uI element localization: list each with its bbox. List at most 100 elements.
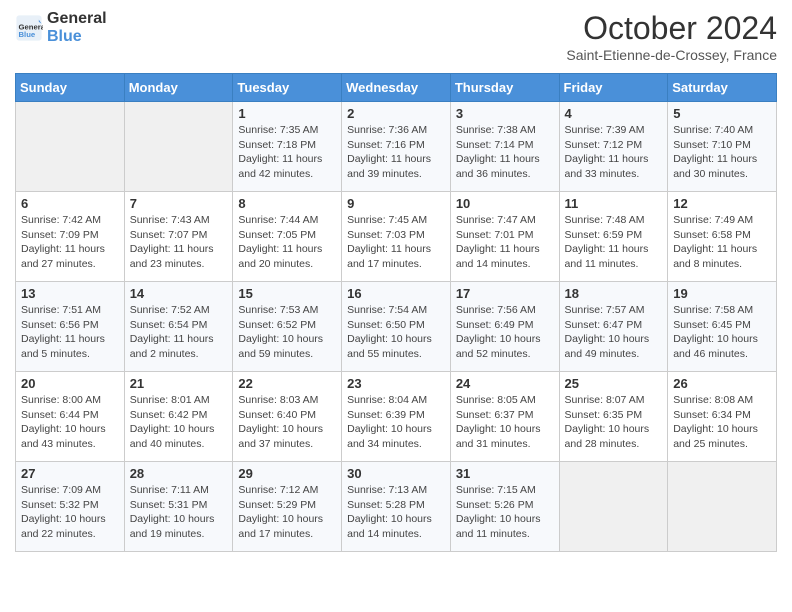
calendar-cell	[559, 462, 668, 552]
day-info: Sunrise: 7:47 AM Sunset: 7:01 PM Dayligh…	[456, 213, 554, 272]
day-info: Sunrise: 7:45 AM Sunset: 7:03 PM Dayligh…	[347, 213, 445, 272]
day-info: Sunrise: 7:53 AM Sunset: 6:52 PM Dayligh…	[238, 303, 336, 362]
weekday-header: Wednesday	[342, 74, 451, 102]
day-number: 6	[21, 196, 119, 211]
calendar-cell: 18 Sunrise: 7:57 AM Sunset: 6:47 PM Dayli…	[559, 282, 668, 372]
day-number: 12	[673, 196, 771, 211]
calendar-cell: 6 Sunrise: 7:42 AM Sunset: 7:09 PM Daylig…	[16, 192, 125, 282]
day-info: Sunrise: 7:35 AM Sunset: 7:18 PM Dayligh…	[238, 123, 336, 182]
calendar-cell: 25 Sunrise: 8:07 AM Sunset: 6:35 PM Dayli…	[559, 372, 668, 462]
calendar-cell	[124, 102, 233, 192]
day-number: 20	[21, 376, 119, 391]
calendar-cell: 27 Sunrise: 7:09 AM Sunset: 5:32 PM Dayli…	[16, 462, 125, 552]
day-info: Sunrise: 8:05 AM Sunset: 6:37 PM Dayligh…	[456, 393, 554, 452]
day-number: 30	[347, 466, 445, 481]
day-info: Sunrise: 7:48 AM Sunset: 6:59 PM Dayligh…	[565, 213, 663, 272]
calendar-cell: 22 Sunrise: 8:03 AM Sunset: 6:40 PM Dayli…	[233, 372, 342, 462]
day-number: 11	[565, 196, 663, 211]
calendar-cell: 12 Sunrise: 7:49 AM Sunset: 6:58 PM Dayli…	[668, 192, 777, 282]
calendar-cell: 1 Sunrise: 7:35 AM Sunset: 7:18 PM Daylig…	[233, 102, 342, 192]
day-number: 15	[238, 286, 336, 301]
day-info: Sunrise: 7:39 AM Sunset: 7:12 PM Dayligh…	[565, 123, 663, 182]
calendar-cell: 4 Sunrise: 7:39 AM Sunset: 7:12 PM Daylig…	[559, 102, 668, 192]
page-header: General Blue General Blue October 2024 S…	[15, 10, 777, 63]
day-info: Sunrise: 7:09 AM Sunset: 5:32 PM Dayligh…	[21, 483, 119, 542]
day-info: Sunrise: 7:52 AM Sunset: 6:54 PM Dayligh…	[130, 303, 228, 362]
day-number: 28	[130, 466, 228, 481]
day-number: 31	[456, 466, 554, 481]
day-number: 19	[673, 286, 771, 301]
day-info: Sunrise: 8:03 AM Sunset: 6:40 PM Dayligh…	[238, 393, 336, 452]
calendar-cell: 19 Sunrise: 7:58 AM Sunset: 6:45 PM Dayli…	[668, 282, 777, 372]
weekday-header: Monday	[124, 74, 233, 102]
month-title: October 2024	[566, 10, 777, 47]
calendar-cell: 28 Sunrise: 7:11 AM Sunset: 5:31 PM Dayli…	[124, 462, 233, 552]
logo: General Blue General Blue	[15, 10, 107, 45]
day-info: Sunrise: 7:49 AM Sunset: 6:58 PM Dayligh…	[673, 213, 771, 272]
calendar-cell: 30 Sunrise: 7:13 AM Sunset: 5:28 PM Dayli…	[342, 462, 451, 552]
day-info: Sunrise: 7:42 AM Sunset: 7:09 PM Dayligh…	[21, 213, 119, 272]
calendar-cell: 2 Sunrise: 7:36 AM Sunset: 7:16 PM Daylig…	[342, 102, 451, 192]
day-number: 3	[456, 106, 554, 121]
day-info: Sunrise: 8:04 AM Sunset: 6:39 PM Dayligh…	[347, 393, 445, 452]
weekday-header: Saturday	[668, 74, 777, 102]
day-number: 18	[565, 286, 663, 301]
calendar-cell: 29 Sunrise: 7:12 AM Sunset: 5:29 PM Dayli…	[233, 462, 342, 552]
day-number: 1	[238, 106, 336, 121]
day-number: 16	[347, 286, 445, 301]
svg-text:Blue: Blue	[19, 30, 36, 39]
day-info: Sunrise: 7:12 AM Sunset: 5:29 PM Dayligh…	[238, 483, 336, 542]
calendar-cell: 11 Sunrise: 7:48 AM Sunset: 6:59 PM Dayli…	[559, 192, 668, 282]
day-number: 22	[238, 376, 336, 391]
calendar-cell: 14 Sunrise: 7:52 AM Sunset: 6:54 PM Dayli…	[124, 282, 233, 372]
day-info: Sunrise: 7:38 AM Sunset: 7:14 PM Dayligh…	[456, 123, 554, 182]
day-number: 10	[456, 196, 554, 211]
day-number: 26	[673, 376, 771, 391]
calendar-cell: 31 Sunrise: 7:15 AM Sunset: 5:26 PM Dayli…	[450, 462, 559, 552]
day-number: 5	[673, 106, 771, 121]
day-info: Sunrise: 7:57 AM Sunset: 6:47 PM Dayligh…	[565, 303, 663, 362]
weekday-header: Sunday	[16, 74, 125, 102]
calendar-cell: 9 Sunrise: 7:45 AM Sunset: 7:03 PM Daylig…	[342, 192, 451, 282]
day-info: Sunrise: 7:13 AM Sunset: 5:28 PM Dayligh…	[347, 483, 445, 542]
calendar-cell: 20 Sunrise: 8:00 AM Sunset: 6:44 PM Dayli…	[16, 372, 125, 462]
day-info: Sunrise: 8:07 AM Sunset: 6:35 PM Dayligh…	[565, 393, 663, 452]
day-number: 14	[130, 286, 228, 301]
day-info: Sunrise: 7:36 AM Sunset: 7:16 PM Dayligh…	[347, 123, 445, 182]
day-info: Sunrise: 7:58 AM Sunset: 6:45 PM Dayligh…	[673, 303, 771, 362]
day-info: Sunrise: 8:00 AM Sunset: 6:44 PM Dayligh…	[21, 393, 119, 452]
calendar-cell: 16 Sunrise: 7:54 AM Sunset: 6:50 PM Dayli…	[342, 282, 451, 372]
day-number: 7	[130, 196, 228, 211]
calendar-cell: 26Sunrise: 8:08 AM Sunset: 6:34 PM Dayli…	[668, 372, 777, 462]
day-number: 13	[21, 286, 119, 301]
day-number: 25	[565, 376, 663, 391]
day-number: 24	[456, 376, 554, 391]
day-info: Sunrise: 7:51 AM Sunset: 6:56 PM Dayligh…	[21, 303, 119, 362]
calendar-cell: 8Sunrise: 7:44 AM Sunset: 7:05 PM Daylig…	[233, 192, 342, 282]
weekday-header: Tuesday	[233, 74, 342, 102]
day-number: 2	[347, 106, 445, 121]
title-block: October 2024 Saint-Etienne-de-Crossey, F…	[566, 10, 777, 63]
day-info: Sunrise: 7:11 AM Sunset: 5:31 PM Dayligh…	[130, 483, 228, 542]
day-info: Sunrise: 7:15 AM Sunset: 5:26 PM Dayligh…	[456, 483, 554, 542]
calendar-cell: 10 Sunrise: 7:47 AM Sunset: 7:01 PM Dayli…	[450, 192, 559, 282]
calendar-cell: 7 Sunrise: 7:43 AM Sunset: 7:07 PM Daylig…	[124, 192, 233, 282]
weekday-header: Friday	[559, 74, 668, 102]
logo-icon: General Blue	[15, 14, 43, 42]
day-number: 8	[238, 196, 336, 211]
day-number: 21	[130, 376, 228, 391]
day-number: 27	[21, 466, 119, 481]
day-info: Sunrise: 7:54 AM Sunset: 6:50 PM Dayligh…	[347, 303, 445, 362]
day-number: 29	[238, 466, 336, 481]
day-info: Sunrise: 7:43 AM Sunset: 7:07 PM Dayligh…	[130, 213, 228, 272]
calendar-cell: 17Sunrise: 7:56 AM Sunset: 6:49 PM Dayli…	[450, 282, 559, 372]
weekday-header: Thursday	[450, 74, 559, 102]
day-info: Sunrise: 7:56 AM Sunset: 6:49 PM Dayligh…	[456, 303, 554, 362]
calendar-cell	[16, 102, 125, 192]
day-number: 4	[565, 106, 663, 121]
calendar-cell: 23Sunrise: 8:04 AM Sunset: 6:39 PM Dayli…	[342, 372, 451, 462]
calendar-cell: 21Sunrise: 8:01 AM Sunset: 6:42 PM Dayli…	[124, 372, 233, 462]
calendar-cell: 3 Sunrise: 7:38 AM Sunset: 7:14 PM Daylig…	[450, 102, 559, 192]
day-number: 9	[347, 196, 445, 211]
calendar-cell: 15 Sunrise: 7:53 AM Sunset: 6:52 PM Dayli…	[233, 282, 342, 372]
